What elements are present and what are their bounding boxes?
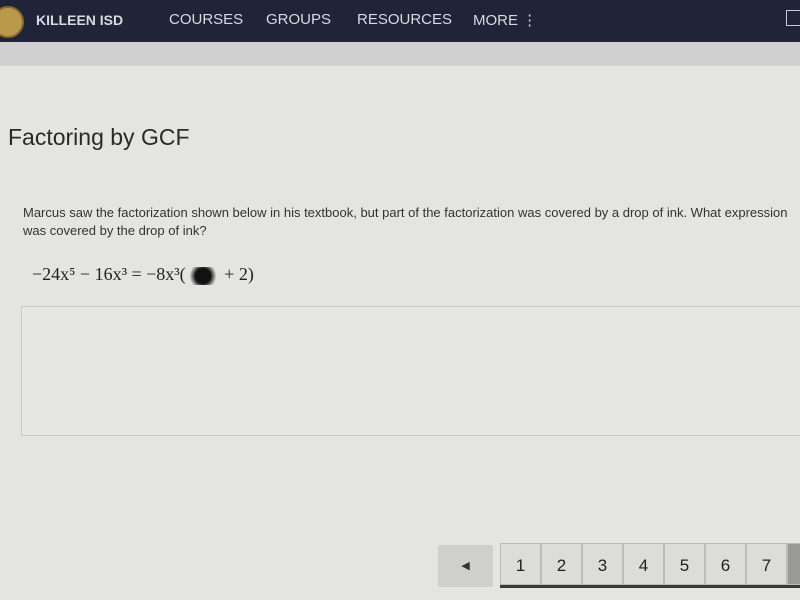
top-nav: KILLEEN ISD COURSES GROUPS RESOURCES MOR… bbox=[0, 0, 800, 42]
page-7[interactable]: 7 bbox=[746, 543, 787, 585]
equation-right: + 2) bbox=[219, 264, 254, 284]
sub-header bbox=[0, 42, 800, 66]
brand-name[interactable]: KILLEEN ISD bbox=[36, 12, 123, 28]
nav-courses[interactable]: COURSES bbox=[169, 11, 243, 28]
mail-icon[interactable] bbox=[786, 10, 800, 26]
page-2[interactable]: 2 bbox=[541, 543, 582, 585]
district-logo[interactable] bbox=[0, 6, 24, 38]
pagination: 1 2 3 4 5 6 7 8 bbox=[500, 543, 800, 588]
answer-input[interactable] bbox=[21, 306, 800, 436]
page-6[interactable]: 6 bbox=[705, 543, 746, 585]
ink-blot-icon bbox=[185, 266, 220, 285]
question-text: Marcus saw the factorization shown below… bbox=[23, 205, 788, 238]
page-title: Factoring by GCF bbox=[8, 124, 190, 150]
page-5[interactable]: 5 bbox=[664, 543, 705, 585]
equation: −24x⁵ − 16x³ = −8x³( + 2) bbox=[32, 264, 254, 285]
page-8[interactable]: 8 bbox=[787, 543, 800, 585]
page-1[interactable]: 1 bbox=[500, 543, 541, 585]
page-4[interactable]: 4 bbox=[623, 543, 664, 585]
nav-groups[interactable]: GROUPS bbox=[266, 11, 331, 28]
page-3[interactable]: 3 bbox=[582, 543, 623, 585]
equation-left: −24x⁵ − 16x³ = −8x³( bbox=[32, 264, 186, 284]
nav-resources[interactable]: RESOURCES bbox=[357, 11, 452, 28]
prev-page-button[interactable]: ◀ bbox=[438, 545, 493, 587]
nav-more[interactable]: MORE ⋮ bbox=[473, 11, 537, 29]
